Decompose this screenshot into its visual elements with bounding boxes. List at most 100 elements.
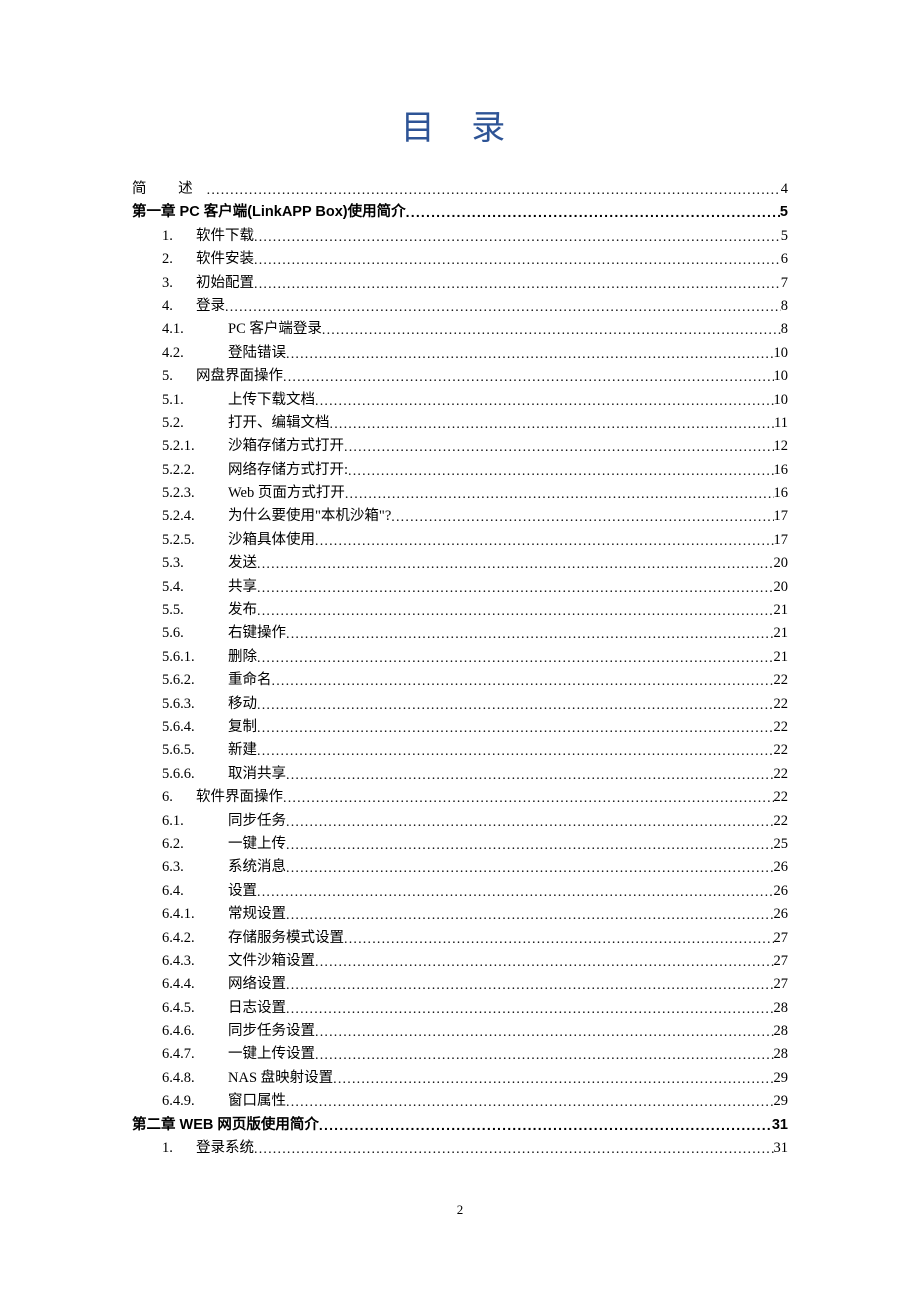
toc-entry[interactable]: 1.软件下载5 [132, 224, 788, 247]
toc-entry[interactable]: 6.4.设置26 [132, 879, 788, 902]
toc-leader-dots [254, 253, 781, 269]
toc-entry[interactable]: 2.软件安装6 [132, 247, 788, 270]
toc-entry-text: 软件界面操作 [196, 785, 283, 806]
toc-entry[interactable]: 6.4.1.常规设置26 [132, 902, 788, 925]
toc-entry[interactable]: 6.4.3.文件沙箱设置27 [132, 949, 788, 972]
toc-entry[interactable]: 5.2.5.沙箱具体使用17 [132, 528, 788, 551]
toc-leader-dots [330, 417, 775, 433]
toc-entry-number: 5.2.3. [162, 485, 228, 502]
toc-leader-dots [286, 861, 774, 877]
toc-entry-number: 6.4.4. [162, 976, 228, 993]
toc-entry[interactable]: 4.1.PC 客户端登录8 [132, 317, 788, 340]
toc-entry-number: 5.2.4. [162, 508, 228, 525]
toc-leader-dots [257, 744, 774, 760]
toc-entry-page: 28 [774, 1023, 789, 1040]
toc-leader-dots [225, 300, 781, 316]
toc-entry-text: 登录 [196, 294, 225, 315]
toc-entry-number: 6.4.5. [162, 1000, 228, 1017]
toc-entry[interactable]: 5.6.6.取消共享22 [132, 762, 788, 785]
toc-entry-page: 10 [774, 392, 789, 409]
toc-entry-page: 27 [774, 976, 789, 993]
toc-leader-dots [286, 815, 774, 831]
toc-entry[interactable]: 5.1.上传下载文档10 [132, 388, 788, 411]
toc-entry-text: 登录系统 [196, 1136, 254, 1157]
toc-entry-text: 同步任务 [228, 809, 286, 830]
toc-leader-dots [406, 204, 780, 220]
toc-entry[interactable]: 6.4.7.一键上传设置28 [132, 1042, 788, 1065]
toc-entry-text: 网络设置 [228, 972, 286, 993]
toc-entry-number: 4. [162, 298, 196, 315]
toc-entry-page: 20 [774, 579, 789, 596]
toc-entry[interactable]: 5.2.2.网络存储方式打开:16 [132, 458, 788, 481]
toc-entry-text: 发布 [228, 598, 257, 619]
toc-entry[interactable]: 1.登录系统31 [132, 1136, 788, 1159]
toc-entry[interactable]: 6.4.9.窗口属性29 [132, 1089, 788, 1112]
toc-entry-number: 5.2. [162, 415, 228, 432]
toc-entry[interactable]: 6.4.8.NAS 盘映射设置 29 [132, 1066, 788, 1089]
toc-entry[interactable]: 4.登录8 [132, 294, 788, 317]
toc-entry-text: 文件沙箱设置 [228, 949, 315, 970]
toc-leader-dots [286, 627, 774, 643]
toc-entry-page: 8 [781, 321, 788, 338]
toc-entry-text: 第一章 PC 客户端(LinkAPP Box)使用简介 [132, 200, 406, 221]
toc-entry[interactable]: 6.软件界面操作22 [132, 785, 788, 808]
toc-entry[interactable]: 5.6.4.复制22 [132, 715, 788, 738]
toc-entry[interactable]: 第一章 PC 客户端(LinkAPP Box)使用简介5 [132, 200, 788, 223]
toc-entry-page: 6 [781, 251, 788, 268]
toc-entry[interactable]: 5.6.5.新建22 [132, 738, 788, 761]
toc-entry-number: 6.4.8. [162, 1070, 228, 1087]
toc-entry-text: NAS 盘映射设置 [228, 1066, 333, 1087]
toc-entry-text: 沙箱具体使用 [228, 528, 315, 549]
toc-entry-page: 26 [774, 859, 789, 876]
toc-leader-dots [283, 370, 774, 386]
toc-entry[interactable]: 5.网盘界面操作10 [132, 364, 788, 387]
toc-entry-number: 5.2.2. [162, 462, 228, 479]
toc-entry-number: 6.4.3. [162, 953, 228, 970]
toc-entry[interactable]: 5.2.打开、编辑文档11 [132, 411, 788, 434]
toc-entry[interactable]: 5.6.1.删除21 [132, 645, 788, 668]
toc-entry-text: 移动 [228, 692, 257, 713]
toc-entry-page: 28 [774, 1046, 789, 1063]
toc-entry[interactable]: 5.3.发送20 [132, 551, 788, 574]
toc-entry[interactable]: 5.2.1.沙箱存储方式打开12 [132, 434, 788, 457]
toc-entry[interactable]: 6.4.4.网络设置 27 [132, 972, 788, 995]
toc-leader-dots [254, 1142, 774, 1158]
toc-leader-dots [344, 932, 774, 948]
toc-entry[interactable]: 6.3.系统消息26 [132, 855, 788, 878]
toc-entry[interactable]: 5.4.共享20 [132, 575, 788, 598]
toc-entry[interactable]: 简 述4 [132, 177, 788, 200]
toc-leader-dots [283, 791, 774, 807]
toc-entry-page: 31 [774, 1140, 789, 1157]
toc-entry[interactable]: 5.6.2.重命名22 [132, 668, 788, 691]
toc-entry-number: 6.2. [162, 836, 228, 853]
toc-entry-page: 17 [774, 532, 789, 549]
toc-entry[interactable]: 5.6.3.移动22 [132, 692, 788, 715]
toc-entry[interactable]: 5.5.发布21 [132, 598, 788, 621]
toc-entry-text: 重命名 [228, 668, 272, 689]
toc-entry[interactable]: 第二章 WEB 网页版使用简介31 [132, 1113, 788, 1136]
toc-entry-page: 17 [774, 508, 789, 525]
toc-entry[interactable]: 5.6.右键操作21 [132, 621, 788, 644]
toc-entry-text: 系统消息 [228, 855, 286, 876]
toc-entry-text: 同步任务设置 [228, 1019, 315, 1040]
toc-entry[interactable]: 6.4.6.同步任务设置28 [132, 1019, 788, 1042]
toc-entry-text: 取消共享 [228, 762, 286, 783]
toc-entry-number: 5.6.5. [162, 742, 228, 759]
toc-entry[interactable]: 6.2.一键上传25 [132, 832, 788, 855]
toc-entry-page: 29 [774, 1070, 789, 1087]
toc-entry[interactable]: 5.2.4.为什么要使用"本机沙箱"?17 [132, 504, 788, 527]
toc-leader-dots [257, 885, 774, 901]
toc-leader-dots [345, 487, 774, 503]
toc-entry-number: 6.4. [162, 883, 228, 900]
toc-entry[interactable]: 4.2.登陆错误10 [132, 341, 788, 364]
toc-entry[interactable]: 6.1.同步任务22 [132, 809, 788, 832]
toc-entry[interactable]: 6.4.5.日志设置28 [132, 996, 788, 1019]
toc-entry[interactable]: 3.初始配置7 [132, 271, 788, 294]
toc-entry[interactable]: 6.4.2.存储服务模式设置27 [132, 926, 788, 949]
toc-entry[interactable]: 5.2.3.Web 页面方式打开16 [132, 481, 788, 504]
toc-entry-text: 第二章 WEB 网页版使用简介 [132, 1113, 319, 1134]
toc-leader-dots [257, 698, 774, 714]
toc-entry-text: 一键上传 [228, 832, 286, 853]
toc-entry-text: 软件安装 [196, 247, 254, 268]
toc-entry-text: 网络存储方式打开: [228, 458, 348, 479]
